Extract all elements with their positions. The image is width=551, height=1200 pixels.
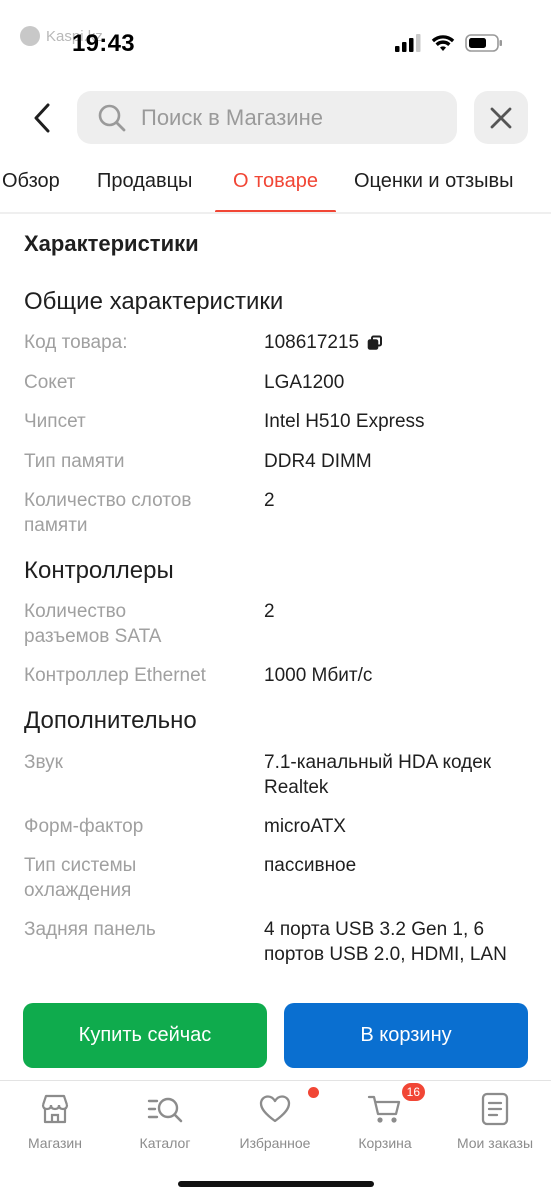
tab-sellers[interactable]: Продавцы bbox=[97, 170, 192, 193]
characteristics-panel: Характеристики Общие характеристики Код … bbox=[0, 214, 551, 989]
spec-label: Задняя панель bbox=[24, 919, 156, 940]
nav-icon-wrap bbox=[475, 1089, 515, 1129]
spec-label: Тип памяти bbox=[24, 451, 125, 472]
nav-label: Мои заказы bbox=[456, 1135, 534, 1151]
tab-reviews[interactable]: Оценки и отзывы bbox=[354, 170, 514, 193]
close-icon bbox=[490, 107, 512, 128]
buy-now-button[interactable]: Купить сейчас bbox=[23, 1003, 267, 1068]
spec-value: пассивное bbox=[264, 855, 357, 876]
spec-value: Intel H510 Express bbox=[264, 411, 425, 432]
spec-value-product-code: 108617215 bbox=[264, 330, 534, 355]
orders-icon bbox=[481, 1092, 509, 1126]
characteristics-title: Характеристики bbox=[24, 231, 199, 256]
back-button[interactable] bbox=[22, 96, 62, 140]
status-icons bbox=[395, 34, 503, 52]
wifi-icon bbox=[431, 35, 455, 51]
nav-label: Избранное bbox=[239, 1135, 311, 1151]
nav-item-favorites[interactable]: Избранное bbox=[220, 1087, 330, 1151]
nav-icon-wrap bbox=[145, 1089, 185, 1129]
spec-label: Чипсет bbox=[24, 411, 86, 432]
spec-value: 2 bbox=[264, 490, 275, 511]
kaspi-logo-icon bbox=[20, 26, 40, 46]
favorites-dot-badge bbox=[308, 1087, 319, 1098]
spec-value: 1000 Мбит/с bbox=[264, 665, 373, 686]
close-search-button[interactable] bbox=[474, 91, 528, 144]
spec-value: 7.1-канальный HDA кодек Realtek bbox=[264, 752, 492, 798]
product-code-value: 108617215 bbox=[264, 332, 360, 353]
nav-icon-wrap: 16 bbox=[365, 1081, 427, 1129]
signal-icon bbox=[395, 34, 421, 52]
nav-label: Корзина bbox=[358, 1135, 412, 1151]
status-time: 19:43 bbox=[72, 30, 135, 57]
home-indicator[interactable] bbox=[178, 1181, 374, 1187]
bottom-nav: Магазин Каталог Избранное 16 Корзина Мои… bbox=[0, 1081, 551, 1171]
spec-label: Количество слотов памяти bbox=[24, 490, 192, 536]
cart-icon bbox=[367, 1095, 401, 1123]
nav-item-cart[interactable]: 16 Корзина bbox=[330, 1081, 440, 1151]
copy-icon[interactable] bbox=[367, 335, 383, 351]
product-tabs: Обзор Продавцы О товаре Оценки и отзывы bbox=[0, 160, 551, 216]
spec-label: Сокет bbox=[24, 372, 76, 393]
search-icon bbox=[98, 104, 126, 131]
spec-label: Код товара: bbox=[24, 332, 128, 353]
group-title-additional: Дополнительно bbox=[24, 707, 197, 734]
chevron-left-icon bbox=[34, 103, 50, 133]
spec-value: microATX bbox=[264, 816, 346, 837]
spec-value: LGA1200 bbox=[264, 372, 345, 393]
spec-label: Контроллер Ethernet bbox=[24, 665, 206, 686]
tab-overview[interactable]: Обзор bbox=[2, 170, 60, 193]
nav-item-orders[interactable]: Мои заказы bbox=[440, 1089, 550, 1151]
nav-item-store[interactable]: Магазин bbox=[0, 1089, 110, 1151]
nav-icon-wrap bbox=[255, 1087, 319, 1129]
spec-label: Количество разъемов SATA bbox=[24, 601, 162, 647]
spec-label: Звук bbox=[24, 752, 63, 773]
cart-count-badge: 16 bbox=[399, 1081, 427, 1103]
store-icon bbox=[41, 1094, 69, 1124]
battery-icon bbox=[465, 34, 502, 52]
status-bar: Kaspi.kz 19:43 bbox=[0, 0, 551, 80]
nav-item-catalog[interactable]: Каталог bbox=[110, 1089, 220, 1151]
spec-label: Тип системы охлаждения bbox=[24, 855, 137, 901]
heart-icon bbox=[259, 1095, 291, 1123]
spec-value: 2 bbox=[264, 601, 275, 622]
nav-label: Магазин bbox=[27, 1135, 82, 1151]
catalog-icon bbox=[147, 1097, 183, 1123]
tab-about-product[interactable]: О товаре bbox=[233, 170, 318, 193]
nav-label: Каталог bbox=[139, 1135, 191, 1151]
group-title-controllers: Контроллеры bbox=[24, 557, 174, 584]
search-input[interactable] bbox=[141, 104, 431, 131]
nav-icon-wrap bbox=[35, 1089, 75, 1129]
spec-value: 4 порта USB 3.2 Gen 1, 6 портов USB 2.0,… bbox=[264, 919, 507, 965]
spec-label: Форм-фактор bbox=[24, 816, 144, 837]
group-title-general: Общие характеристики bbox=[24, 288, 284, 315]
add-to-cart-button[interactable]: В корзину bbox=[284, 1003, 528, 1068]
search-bar[interactable] bbox=[77, 91, 457, 144]
spec-value: DDR4 DIMM bbox=[264, 451, 372, 472]
